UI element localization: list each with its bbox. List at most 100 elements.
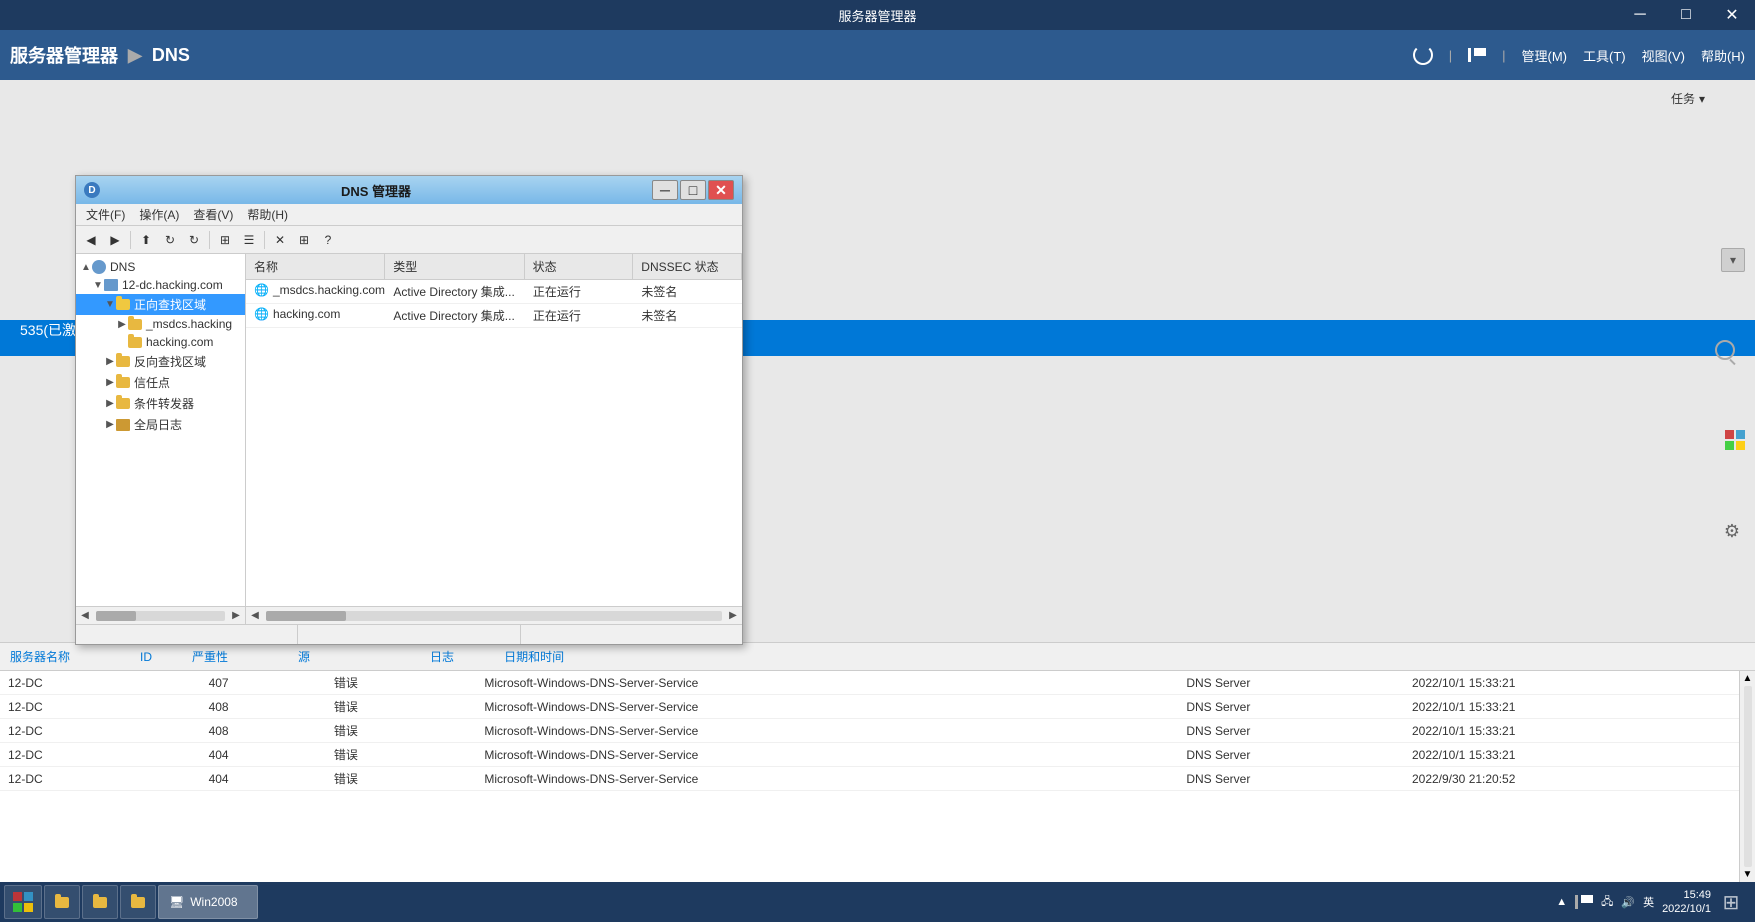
log-col-log[interactable]: 日志 bbox=[430, 648, 454, 665]
sm-breadcrumb-separator: ▶ bbox=[128, 45, 142, 66]
log-table-row-1[interactable]: 12-DC 408 错误 Microsoft-Windows-DNS-Serve… bbox=[0, 695, 1755, 719]
global-log-expand[interactable]: ▶ bbox=[104, 419, 116, 430]
tree-item-trust-points[interactable]: ▶ 信任点 bbox=[76, 372, 245, 393]
tree-item-global-log[interactable]: ▶ 全局日志 bbox=[76, 414, 245, 435]
dns-root-expand[interactable]: ▲ bbox=[80, 262, 92, 273]
tree-item-hacking-com[interactable]: hacking.com bbox=[76, 333, 245, 351]
log-table-row-2[interactable]: 12-DC 408 错误 Microsoft-Windows-DNS-Serve… bbox=[0, 719, 1755, 743]
tree-item-dns-root[interactable]: ▲ DNS bbox=[76, 258, 245, 276]
dns-list-row-1[interactable]: 🌐hacking.com Active Directory 集成... 正在运行… bbox=[246, 304, 742, 328]
list-scroll-left[interactable]: ◀ bbox=[246, 607, 264, 625]
dns-up-button[interactable]: ⬆ bbox=[135, 229, 157, 251]
dns-list-row-0[interactable]: 🌐_msdcs.hacking.com Active Directory 集成.… bbox=[246, 280, 742, 304]
start-button[interactable] bbox=[4, 885, 42, 919]
sm-minimize-button[interactable]: ─ bbox=[1617, 0, 1663, 30]
dns-help-button[interactable]: ? bbox=[317, 229, 339, 251]
dns-menu-file[interactable]: 文件(F) bbox=[80, 204, 131, 225]
tree-hscroll[interactable]: ◀ ▶ bbox=[76, 607, 246, 624]
tree-item-reverse-lookup[interactable]: ▶ 反向查找区域 bbox=[76, 351, 245, 372]
log-table-row-0[interactable]: 12-DC 407 错误 Microsoft-Windows-DNS-Serve… bbox=[0, 671, 1755, 695]
sm-breadcrumb-root[interactable]: 服务器管理器 bbox=[10, 42, 118, 68]
sm-close-button[interactable]: ✕ bbox=[1709, 0, 1755, 30]
toolbar-separator-2 bbox=[209, 231, 210, 249]
dns-filter-button[interactable]: ⊞ bbox=[214, 229, 236, 251]
manage-menu[interactable]: 管理(M) bbox=[1522, 46, 1568, 65]
taskbar-volume-icon[interactable]: 🔊 bbox=[1621, 896, 1635, 909]
taskbar-up-icon[interactable]: ▲ bbox=[1556, 896, 1567, 908]
toolbar-separator-1 bbox=[130, 231, 131, 249]
list-col-status[interactable]: 状态 bbox=[525, 254, 634, 279]
tree-item-server[interactable]: ▼ 12-dc.hacking.com bbox=[76, 276, 245, 294]
dns-minimize-button[interactable]: ─ bbox=[652, 180, 678, 200]
forward-lookup-expand[interactable]: ▼ bbox=[104, 299, 116, 310]
list-scroll-thumb bbox=[266, 611, 346, 621]
cond-forwarders-expand[interactable]: ▶ bbox=[104, 398, 116, 409]
tree-item-msdcs[interactable]: ▶ _msdcs.hacking bbox=[76, 315, 245, 333]
tree-scroll-left[interactable]: ◀ bbox=[76, 607, 94, 625]
reverse-lookup-expand[interactable]: ▶ bbox=[104, 356, 116, 367]
taskbar-lang-indicator[interactable]: 英 bbox=[1643, 894, 1654, 910]
log-col-id[interactable]: ID bbox=[140, 650, 152, 664]
log-table-row-4[interactable]: 12-DC 404 错误 Microsoft-Windows-DNS-Serve… bbox=[0, 767, 1755, 791]
refresh-icon[interactable] bbox=[1413, 45, 1433, 65]
flag-icon[interactable] bbox=[1468, 48, 1486, 62]
log-table-row-3[interactable]: 12-DC 404 错误 Microsoft-Windows-DNS-Serve… bbox=[0, 743, 1755, 767]
tree-item-forward-lookup[interactable]: ▼ 正向查找区域 bbox=[76, 294, 245, 315]
dns-maximize-button[interactable]: □ bbox=[680, 180, 706, 200]
list-col-name[interactable]: 名称 bbox=[246, 254, 385, 279]
dns-close-button[interactable]: ✕ bbox=[708, 180, 734, 200]
list-hscroll[interactable]: ◀ ▶ bbox=[246, 607, 742, 624]
tree-item-conditional-forwarders[interactable]: ▶ 条件转发器 bbox=[76, 393, 245, 414]
view-menu[interactable]: 视图(V) bbox=[1642, 46, 1685, 65]
global-log-label: 全局日志 bbox=[134, 416, 182, 433]
dns-delete-button[interactable]: ✕ bbox=[269, 229, 291, 251]
log-datetime-4: 2022/9/30 21:20:52 bbox=[1404, 767, 1755, 791]
dns-refresh2-button[interactable]: ↻ bbox=[183, 229, 205, 251]
tools-menu[interactable]: 工具(T) bbox=[1583, 46, 1626, 65]
taskbar-folder-btn-2[interactable] bbox=[82, 885, 118, 919]
sm-navbar-right: | | 管理(M) 工具(T) 视图(V) 帮助(H) bbox=[1413, 45, 1745, 65]
help-menu[interactable]: 帮助(H) bbox=[1701, 46, 1745, 65]
gear-icon[interactable]: ⚙ bbox=[1721, 520, 1743, 542]
dns-refresh-button[interactable]: ↻ bbox=[159, 229, 181, 251]
log-source-3: Microsoft-Windows-DNS-Server-Service bbox=[476, 743, 1178, 767]
log-col-severity[interactable]: 严重性 bbox=[192, 648, 228, 665]
sm-breadcrumb-dns[interactable]: DNS bbox=[152, 45, 190, 66]
dns-list-button[interactable]: ☰ bbox=[238, 229, 260, 251]
taskbar-windows-logo[interactable]: ⊞ bbox=[1719, 890, 1743, 914]
dns-manager-window: D DNS 管理器 ─ □ ✕ 文件(F) 操作(A) 查看(V) 帮助(H) … bbox=[75, 175, 743, 645]
taskbar-win2008-tab[interactable]: 🖥 Win2008 bbox=[158, 885, 258, 919]
dns-titlebar-buttons: ─ □ ✕ bbox=[652, 180, 734, 200]
server-expand[interactable]: ▼ bbox=[92, 280, 104, 291]
taskbar-flag-icon[interactable] bbox=[1575, 895, 1593, 909]
msdcs-expand[interactable]: ▶ bbox=[116, 319, 128, 330]
task-dropdown-icon[interactable]: ▾ bbox=[1699, 92, 1705, 106]
taskbar-network-icon[interactable]: 🖧 bbox=[1601, 893, 1613, 912]
dns-forward-button[interactable]: ▶ bbox=[104, 229, 126, 251]
taskbar-folder-btn-3[interactable] bbox=[120, 885, 156, 919]
log-scrollbar[interactable]: ▲ ▼ bbox=[1739, 671, 1755, 882]
list-col-dnssec[interactable]: DNSSEC 状态 bbox=[633, 254, 742, 279]
scroll-down-btn-top[interactable]: ▾ bbox=[1721, 248, 1745, 272]
dns-list-rows: 🌐_msdcs.hacking.com Active Directory 集成.… bbox=[246, 280, 742, 328]
log-col-source[interactable]: 源 bbox=[298, 648, 310, 665]
hacking-com-icon bbox=[128, 337, 142, 348]
log-col-datetime[interactable]: 日期和时间 bbox=[504, 648, 564, 665]
dns-menu-help[interactable]: 帮助(H) bbox=[241, 204, 294, 225]
dns-properties-button[interactable]: ⊞ bbox=[293, 229, 315, 251]
dns-status-cell-1 bbox=[76, 625, 298, 644]
trust-points-expand[interactable]: ▶ bbox=[104, 377, 116, 388]
taskbar-folder-btn-1[interactable] bbox=[44, 885, 80, 919]
dns-list-panel: 名称 类型 状态 DNSSEC 状态 🌐_msdcs.hacking.com A… bbox=[246, 254, 742, 606]
list-scroll-right[interactable]: ▶ bbox=[724, 607, 742, 625]
dns-row-status-1: 正在运行 bbox=[525, 304, 634, 327]
list-col-type[interactable]: 类型 bbox=[385, 254, 524, 279]
log-col-server[interactable]: 服务器名称 bbox=[10, 648, 70, 665]
dns-back-button[interactable]: ◀ bbox=[80, 229, 102, 251]
tree-scroll-right[interactable]: ▶ bbox=[227, 607, 245, 625]
sm-maximize-button[interactable]: □ bbox=[1663, 0, 1709, 30]
dns-menu-action[interactable]: 操作(A) bbox=[133, 204, 185, 225]
dns-status-cell-3 bbox=[521, 625, 742, 644]
dns-menu-view[interactable]: 查看(V) bbox=[187, 204, 239, 225]
search-icon[interactable] bbox=[1715, 340, 1735, 363]
